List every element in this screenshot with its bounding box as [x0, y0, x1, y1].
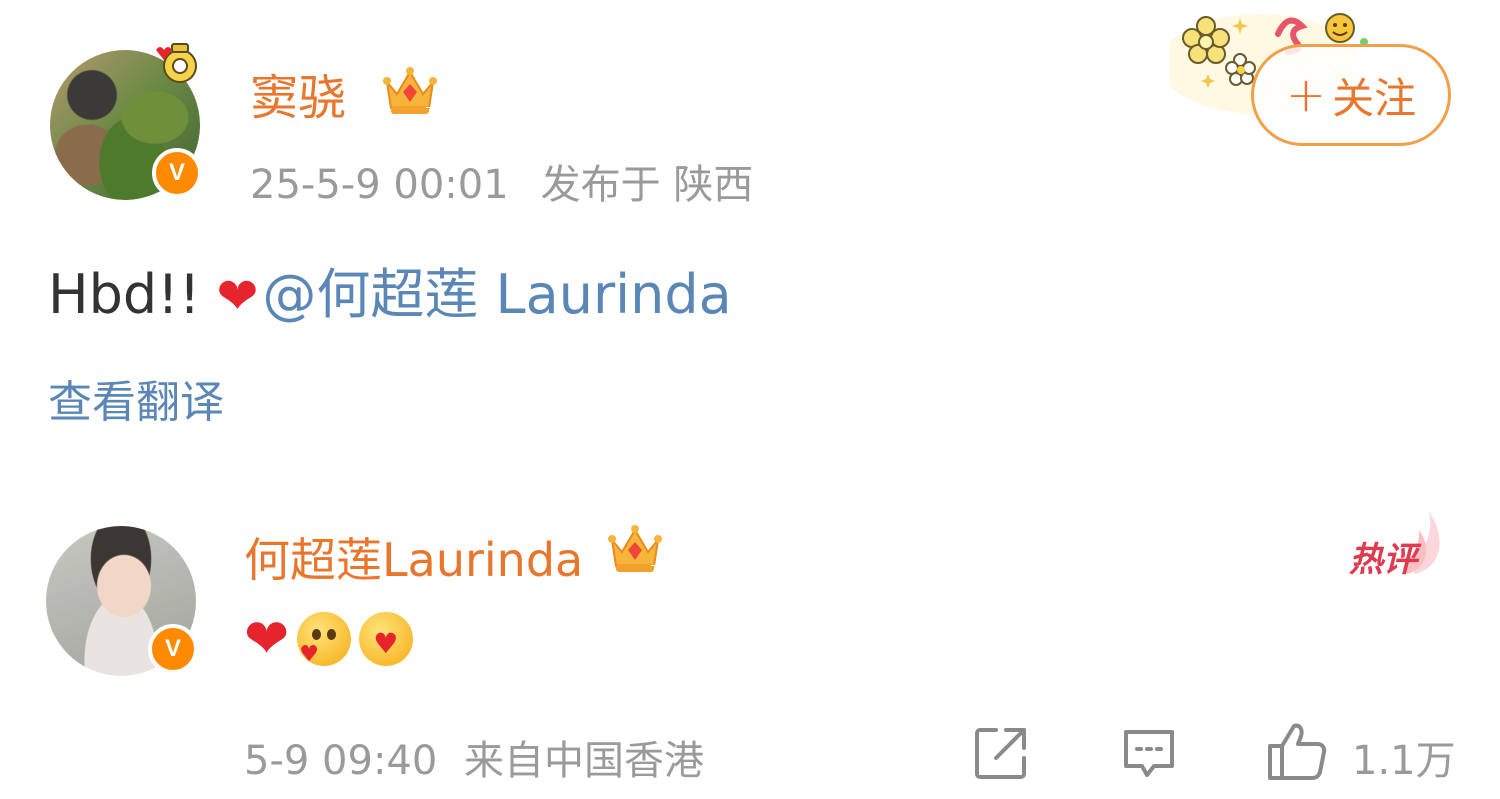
- crown-icon: 7: [383, 67, 437, 118]
- post-author-avatar-wrap[interactable]: V: [50, 43, 202, 200]
- follow-button[interactable]: + 关注: [1251, 44, 1451, 146]
- verified-badge: V: [148, 624, 198, 674]
- follow-label: 关注: [1332, 73, 1417, 123]
- thumbs-up-icon[interactable]: [1266, 720, 1328, 782]
- heart-icon: ❤: [244, 607, 290, 670]
- comment-source: 来自中国香港: [464, 738, 705, 784]
- post-time: 25-5-9 00:01: [250, 162, 509, 208]
- translate-link[interactable]: 查看翻译: [48, 366, 224, 430]
- hot-comment-badge: 热评: [1345, 508, 1445, 580]
- post-text: Hbd!!: [48, 263, 201, 326]
- svg-text:7: 7: [650, 563, 658, 576]
- comment-meta: 5-9 09:40 来自中国香港: [244, 728, 704, 786]
- svg-text:7: 7: [425, 105, 433, 118]
- post-content: Hbd!! ❤@何超莲 Laurinda: [48, 250, 732, 329]
- post-author-name[interactable]: 窦骁: [250, 58, 346, 128]
- post-meta: 25-5-9 00:01 发布于 陕西: [250, 152, 753, 210]
- hug-heart-emoji-icon: ♥: [359, 612, 414, 666]
- hot-comment-label: 热评: [1349, 540, 1417, 580]
- comment-time: 5-9 09:40: [244, 738, 438, 784]
- avatar-decoration-icon: [150, 36, 210, 102]
- weibo-post-view: V 窦骁 7 25-5-9 00:01 发布于 陕西 + 关注 Hbd!! ❤@…: [0, 0, 1500, 799]
- comment-content: ❤ ♥ ♥: [244, 607, 414, 670]
- comment-icon[interactable]: [1120, 724, 1178, 782]
- heart-icon: ❤: [216, 267, 259, 325]
- comment-author-avatar-wrap[interactable]: V: [46, 526, 198, 676]
- verified-badge: V: [152, 148, 202, 198]
- blush-heart-emoji-icon: ♥: [297, 612, 352, 666]
- comment-author-name[interactable]: 何超莲Laurinda: [244, 524, 583, 590]
- like-count: 1.1万: [1352, 738, 1456, 784]
- post-location: 发布于 陕西: [540, 162, 754, 208]
- plus-icon: +: [1285, 67, 1327, 123]
- mention-link[interactable]: @何超莲 Laurinda: [262, 263, 731, 326]
- repost-icon[interactable]: [972, 724, 1030, 782]
- crown-icon: 7: [608, 525, 662, 576]
